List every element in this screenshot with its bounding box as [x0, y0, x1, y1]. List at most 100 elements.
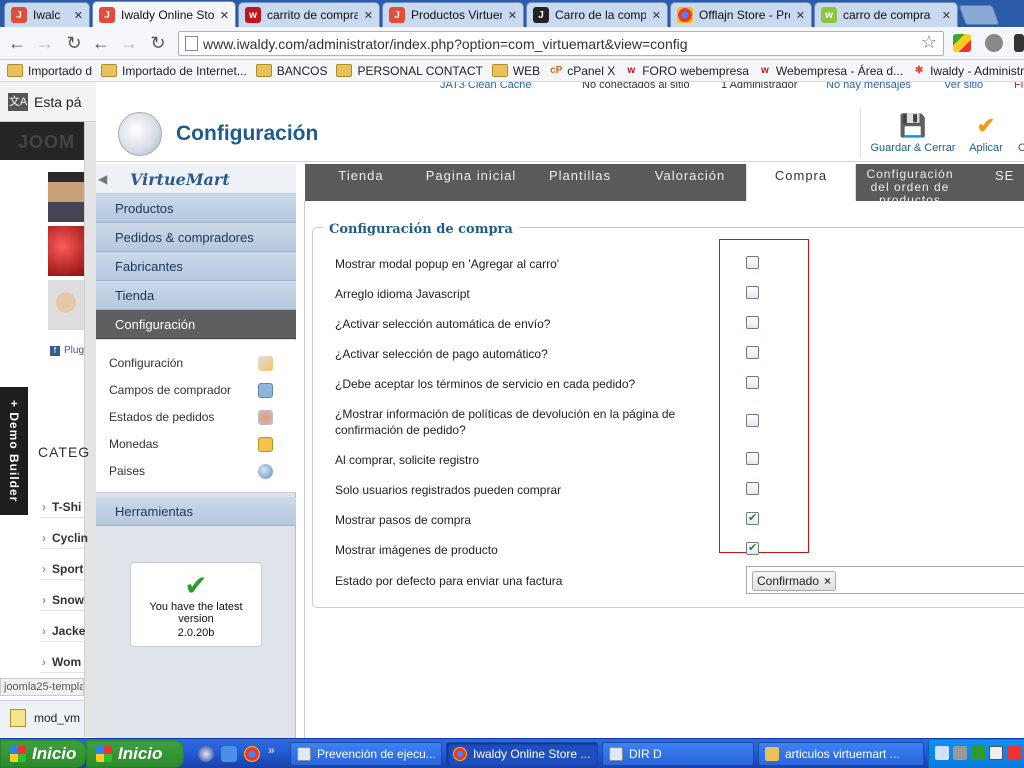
- view-site-link[interactable]: Ver sitio: [944, 82, 983, 91]
- clean-cache-link[interactable]: JAT3 Clean Cache: [440, 82, 532, 91]
- submenu-monedas[interactable]: Monedas: [109, 433, 289, 455]
- option-checkbox[interactable]: [746, 346, 759, 359]
- tab-close-icon[interactable]: ✕: [364, 9, 373, 22]
- bookmark-folder[interactable]: BANCOS: [255, 64, 327, 78]
- bookmark-foro[interactable]: w FORO webempresa: [624, 64, 749, 78]
- apply-button[interactable]: ✔ Aplicar: [966, 114, 1006, 155]
- option-checkbox[interactable]: [746, 286, 759, 299]
- option-checkbox[interactable]: [746, 376, 759, 389]
- start-button[interactable]: Inicio: [0, 740, 86, 768]
- reload-icon[interactable]: ↻: [63, 32, 85, 54]
- forward-arrow-icon[interactable]: →: [118, 32, 140, 54]
- star-icon[interactable]: ☆: [921, 32, 937, 53]
- category-item[interactable]: Cyclin: [40, 527, 88, 549]
- menu-tienda[interactable]: Tienda: [96, 281, 296, 310]
- tab-tienda[interactable]: Tienda: [305, 164, 417, 201]
- tab-compra[interactable]: Compra: [746, 164, 856, 201]
- cancel-button[interactable]: C: [1016, 114, 1024, 154]
- category-item[interactable]: Jacke: [40, 620, 85, 642]
- bookmark-folder[interactable]: WEB: [491, 64, 540, 78]
- messages-link[interactable]: No hay mensajes: [826, 82, 911, 91]
- browser-tab-1[interactable]: J Iwalc ✕: [4, 2, 90, 27]
- browser-tab-5[interactable]: J Carro de la compra ✕: [526, 2, 668, 27]
- logout-link[interactable]: Fi: [1014, 82, 1023, 91]
- save-close-button[interactable]: 💾 Guardar & Cerrar: [868, 114, 958, 155]
- category-item[interactable]: Wom: [40, 651, 84, 673]
- collapse-arrow-icon[interactable]: ◀: [98, 172, 107, 186]
- browser-tab-2[interactable]: J Iwaldy Online Store ✕: [92, 1, 236, 27]
- option-checkbox[interactable]: [746, 256, 759, 269]
- option-checkbox[interactable]: [746, 482, 759, 495]
- tab-close-icon[interactable]: ✕: [508, 9, 517, 22]
- browser-tab-4[interactable]: J Productos Virtuema ✕: [382, 2, 524, 27]
- bookmark-webempresa[interactable]: w Webempresa - Área d...: [758, 64, 903, 78]
- option-checkbox[interactable]: [746, 541, 759, 555]
- tab-valoracion[interactable]: Valoración: [635, 164, 745, 201]
- taskbar-item[interactable]: DIR D: [602, 742, 754, 766]
- remove-icon[interactable]: ×: [824, 572, 831, 590]
- browser-tab-6[interactable]: Offlajn Store - Pro ✕: [670, 2, 812, 27]
- version-line2: version: [178, 613, 214, 625]
- taskbar-item[interactable]: articulos virtuemart ...: [758, 742, 924, 766]
- option-checkbox[interactable]: [746, 452, 759, 465]
- submenu-estados[interactable]: Estados de pedidos: [109, 406, 289, 428]
- start-button[interactable]: Inicio: [86, 740, 184, 768]
- submenu-configuracion[interactable]: Configuración: [109, 352, 289, 374]
- reload-icon[interactable]: ↻: [147, 32, 169, 54]
- browser-tab-3[interactable]: w carrito de compra y ✕: [238, 2, 380, 27]
- menu-productos[interactable]: Productos: [96, 194, 296, 223]
- forward-arrow-icon[interactable]: →: [34, 32, 56, 54]
- submenu-campos[interactable]: Campos de comprador: [109, 379, 289, 401]
- tab-close-icon[interactable]: ✕: [942, 9, 951, 22]
- bookmark-folder[interactable]: Importado d: [7, 64, 92, 78]
- demo-builder-tab[interactable]: + Demo Builder: [0, 387, 28, 515]
- tab-close-icon[interactable]: ✕: [796, 9, 805, 22]
- address-bar[interactable]: www.iwaldy.com/administrator/index.php?o…: [178, 31, 944, 56]
- tab-seo[interactable]: SE: [995, 164, 1024, 201]
- back-arrow-icon[interactable]: ←: [6, 32, 28, 54]
- visitors-link[interactable]: No conectados al sitio: [582, 82, 690, 91]
- option-checkbox[interactable]: [746, 414, 759, 427]
- tab-plantillas[interactable]: Plantillas: [525, 164, 635, 201]
- tray-icon[interactable]: [1007, 746, 1021, 760]
- option-checkbox[interactable]: [746, 511, 759, 525]
- tray-icon[interactable]: [971, 746, 985, 760]
- tab-close-icon[interactable]: ✕: [652, 9, 661, 22]
- tab-close-icon[interactable]: ✕: [74, 9, 83, 22]
- ie-icon[interactable]: [221, 746, 237, 762]
- menu-pedidos[interactable]: Pedidos & compradores: [96, 223, 296, 252]
- invoice-status-select[interactable]: Confirmado ×: [746, 566, 1024, 594]
- menu-herramientas[interactable]: Herramientas: [96, 497, 296, 526]
- download-item[interactable]: mod_vm: [10, 709, 80, 727]
- bookmark-iwaldy[interactable]: ✱ Iwaldy - Administración: [912, 64, 1024, 78]
- wrench-icon[interactable]: [985, 34, 1003, 52]
- page-scrollbar[interactable]: [84, 122, 96, 737]
- browser-tab-7[interactable]: w carro de compra ✕: [814, 2, 958, 27]
- taskbar-item[interactable]: Prevención de ejecu...: [290, 742, 442, 766]
- tray-icon[interactable]: [989, 746, 1003, 760]
- back-arrow-icon[interactable]: ←: [90, 32, 112, 54]
- admins-link[interactable]: 1 Administrador: [721, 82, 797, 91]
- category-item[interactable]: Sport: [40, 558, 84, 580]
- submenu-paises[interactable]: Paises: [109, 460, 289, 482]
- menu-icon[interactable]: [1014, 34, 1024, 52]
- new-tab-button[interactable]: [958, 5, 1000, 25]
- category-item[interactable]: Snow: [40, 589, 84, 611]
- bookmark-folder[interactable]: Importado de Internet...: [101, 64, 247, 78]
- chrome-icon[interactable]: [244, 746, 260, 762]
- menu-fabricantes[interactable]: Fabricantes: [96, 252, 296, 281]
- tab-orden-productos[interactable]: Configuración del orden de productos: [857, 164, 963, 202]
- category-item[interactable]: T-Shi: [40, 496, 84, 518]
- tab-pagina-inicial[interactable]: Pagina inicial: [417, 164, 525, 201]
- extension-icon[interactable]: [953, 34, 971, 52]
- menu-configuracion[interactable]: Configuración: [96, 310, 296, 339]
- bookmark-cpanel[interactable]: cP cPanel X: [549, 64, 615, 78]
- quicklaunch-icon[interactable]: [198, 746, 214, 762]
- tab-close-icon[interactable]: ✕: [220, 9, 229, 22]
- taskbar-item[interactable]: Iwaldy Online Store ...: [446, 742, 598, 766]
- network-icon[interactable]: [935, 746, 949, 760]
- option-checkbox[interactable]: [746, 316, 759, 329]
- bookmark-folder[interactable]: PERSONAL CONTACT: [336, 64, 483, 78]
- tray-icon[interactable]: [953, 746, 967, 760]
- quicklaunch-more-icon[interactable]: »: [268, 743, 275, 757]
